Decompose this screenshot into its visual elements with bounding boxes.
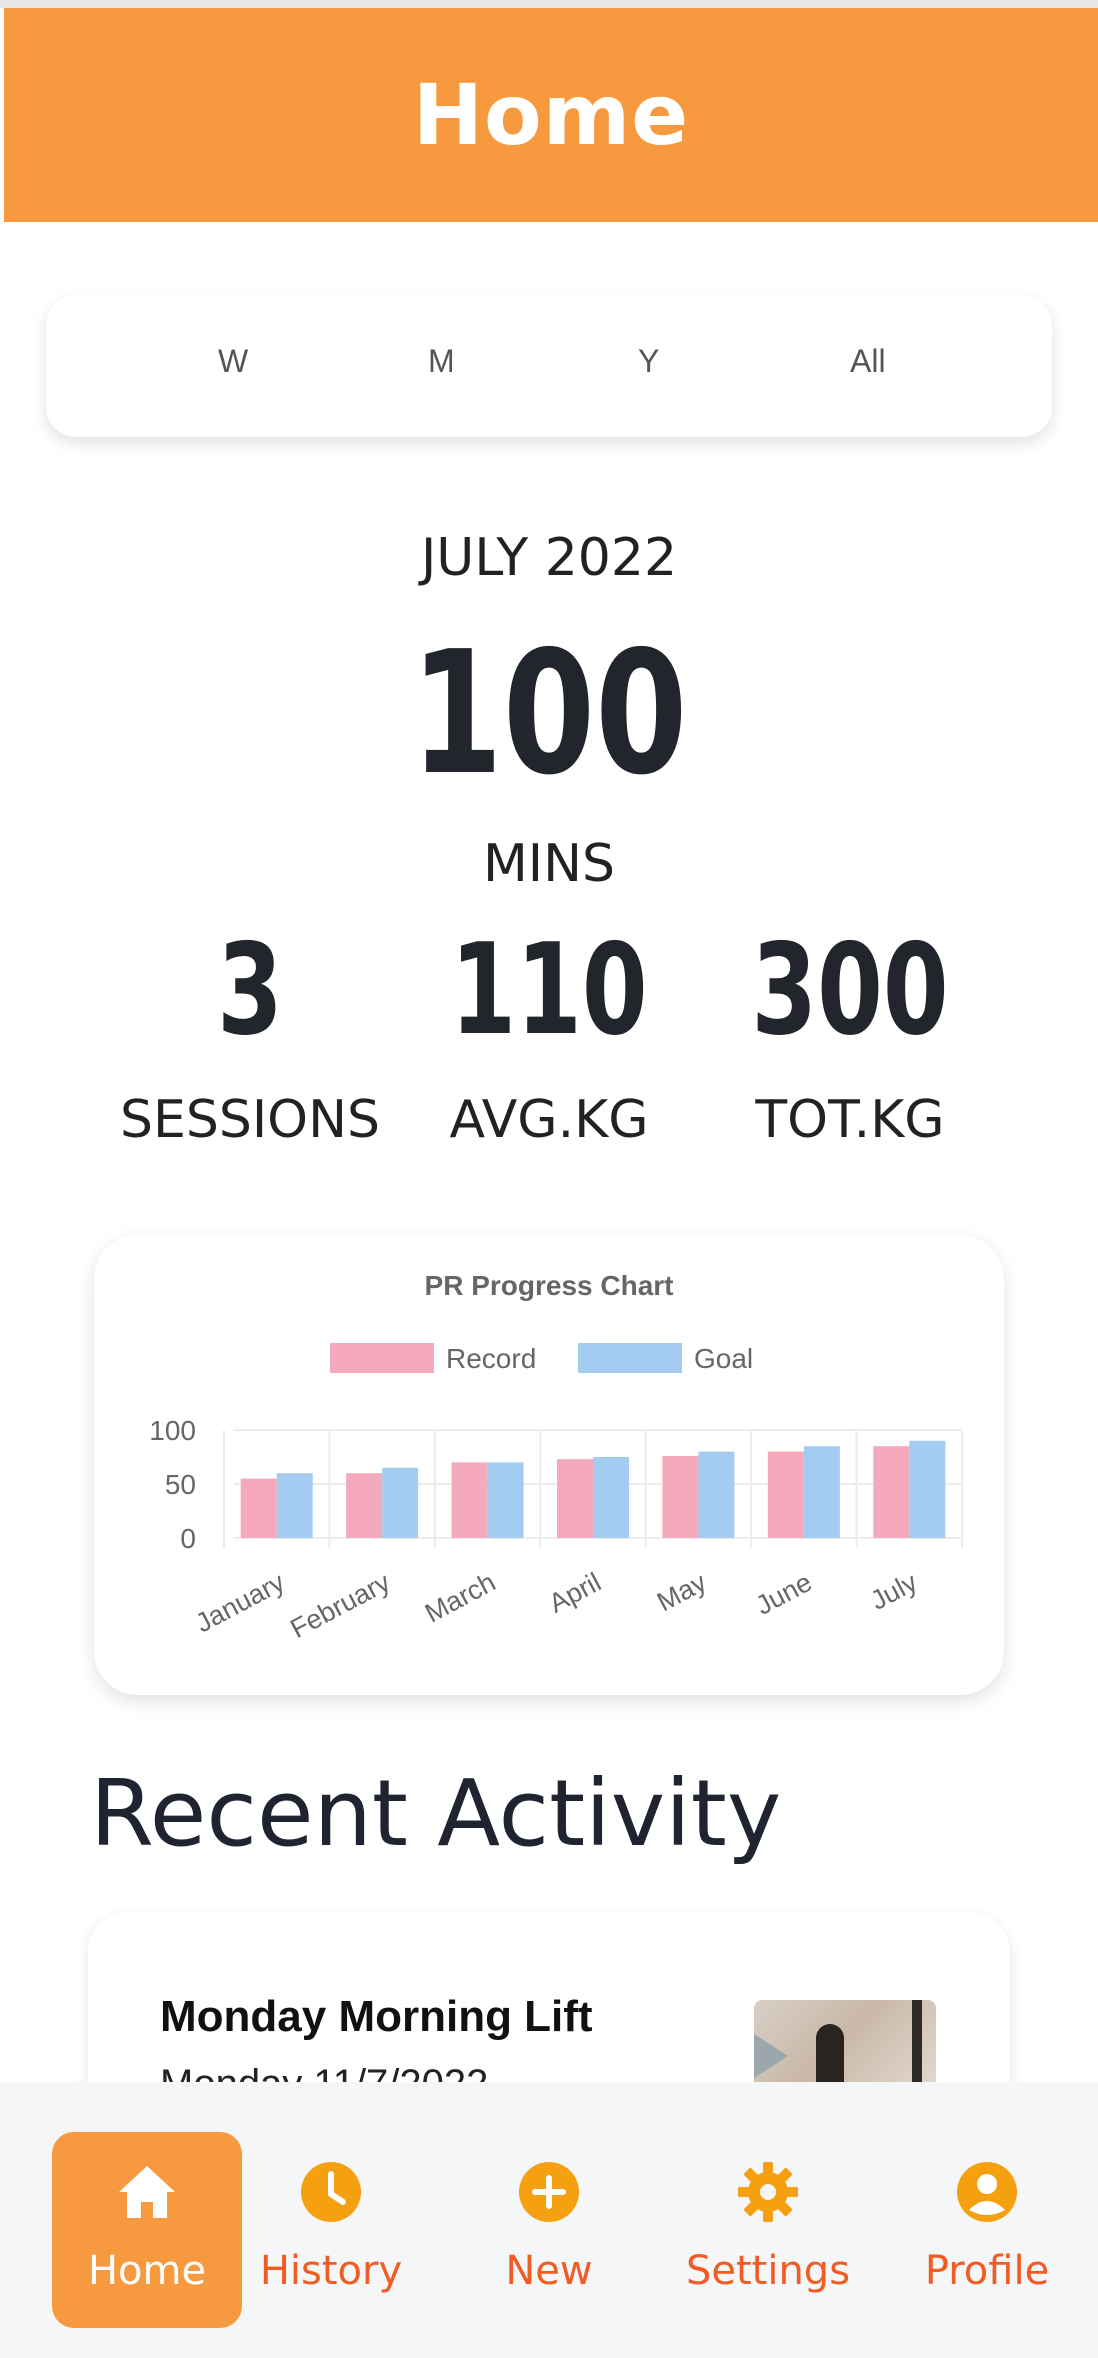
avg-kg-stat: 110 AVG.KG	[399, 916, 699, 1151]
range-all-option[interactable]: All	[850, 343, 886, 380]
nav-profile[interactable]: Profile	[892, 2132, 1082, 2328]
bar-goal-may	[698, 1451, 735, 1538]
x-tick-label: January	[191, 1567, 290, 1639]
home-icon	[115, 2160, 179, 2224]
clock-icon	[299, 2160, 363, 2224]
bar-goal-february	[382, 1467, 419, 1538]
x-tick-label: July	[866, 1567, 923, 1616]
bar-goal-july	[909, 1440, 946, 1538]
activity-title: Monday Morning Lift	[160, 1992, 593, 2041]
range-year-option[interactable]: Y	[638, 343, 659, 380]
minutes-unit-label: MINS	[482, 834, 616, 894]
bar-goal-march	[487, 1462, 524, 1538]
nav-settings-label: Settings	[685, 2248, 851, 2294]
x-tick-label: June	[751, 1567, 817, 1621]
legend-swatch-goal	[578, 1343, 682, 1373]
x-tick-label: March	[420, 1567, 500, 1629]
recent-activity-title: Recent Activity	[90, 1760, 782, 1867]
nav-settings[interactable]: Settings	[673, 2132, 863, 2328]
range-month-option[interactable]: M	[428, 343, 455, 380]
tot-kg-label: TOT.KG	[755, 1090, 945, 1150]
nav-profile-label: Profile	[924, 2248, 1050, 2294]
user-circle-icon	[955, 2160, 1019, 2224]
x-tick-label: April	[544, 1567, 606, 1619]
range-week-option[interactable]: W	[218, 343, 248, 380]
tot-kg-stat: 300 TOT.KG	[700, 916, 1000, 1151]
avg-kg-label: AVG.KG	[449, 1090, 649, 1150]
legend-label-record: Record	[446, 1343, 536, 1374]
bottom-navigation: Home History New Settings Profile	[0, 2082, 1098, 2358]
x-tick-label: February	[285, 1567, 395, 1644]
plus-circle-icon	[517, 2160, 581, 2224]
period-label: JULY 2022	[420, 528, 678, 588]
gear-icon	[736, 2160, 800, 2224]
sessions-stat: 3 SESSIONS	[100, 916, 400, 1151]
nav-new-label: New	[505, 2248, 593, 2294]
legend-swatch-record	[330, 1343, 434, 1373]
total-minutes-value: 100	[410, 615, 688, 813]
bar-record-february	[346, 1473, 383, 1538]
pr-progress-chart: PR Progress Chart Record Goal 0 50 100 January…	[149, 1270, 963, 1644]
bar-record-march	[451, 1462, 488, 1538]
nav-new[interactable]: New	[454, 2132, 644, 2328]
bar-goal-april	[593, 1457, 629, 1538]
sessions-value: 3	[217, 916, 283, 1063]
y-tick-label: 100	[149, 1415, 196, 1446]
pr-progress-chart-card: PR Progress Chart Record Goal 0 50 100 January…	[94, 1235, 1004, 1695]
bar-goal-january	[276, 1473, 313, 1538]
y-tick-label: 0	[180, 1523, 196, 1554]
legend-label-goal: Goal	[694, 1343, 753, 1374]
bar-record-july	[873, 1446, 910, 1538]
x-tick-label: May	[652, 1567, 712, 1618]
nav-history-label: History	[259, 2248, 403, 2294]
nav-home-label: Home	[87, 2248, 207, 2294]
nav-home[interactable]: Home	[52, 2132, 242, 2328]
avg-kg-value: 110	[450, 916, 648, 1063]
chart-title: PR Progress Chart	[425, 1270, 674, 1301]
time-range-selector: W M Y All	[46, 295, 1052, 437]
bar-record-january	[240, 1478, 277, 1538]
nav-history[interactable]: History	[236, 2132, 426, 2328]
bar-goal-june	[803, 1446, 840, 1538]
app-header: Home	[4, 8, 1098, 222]
tot-kg-value: 300	[751, 916, 949, 1063]
status-strip	[0, 0, 1098, 8]
bar-record-april	[557, 1459, 593, 1538]
bar-record-june	[767, 1451, 804, 1538]
sessions-label: SESSIONS	[119, 1090, 381, 1150]
y-tick-label: 50	[165, 1469, 196, 1500]
page-title: Home	[412, 66, 690, 164]
bar-record-may	[662, 1455, 699, 1538]
